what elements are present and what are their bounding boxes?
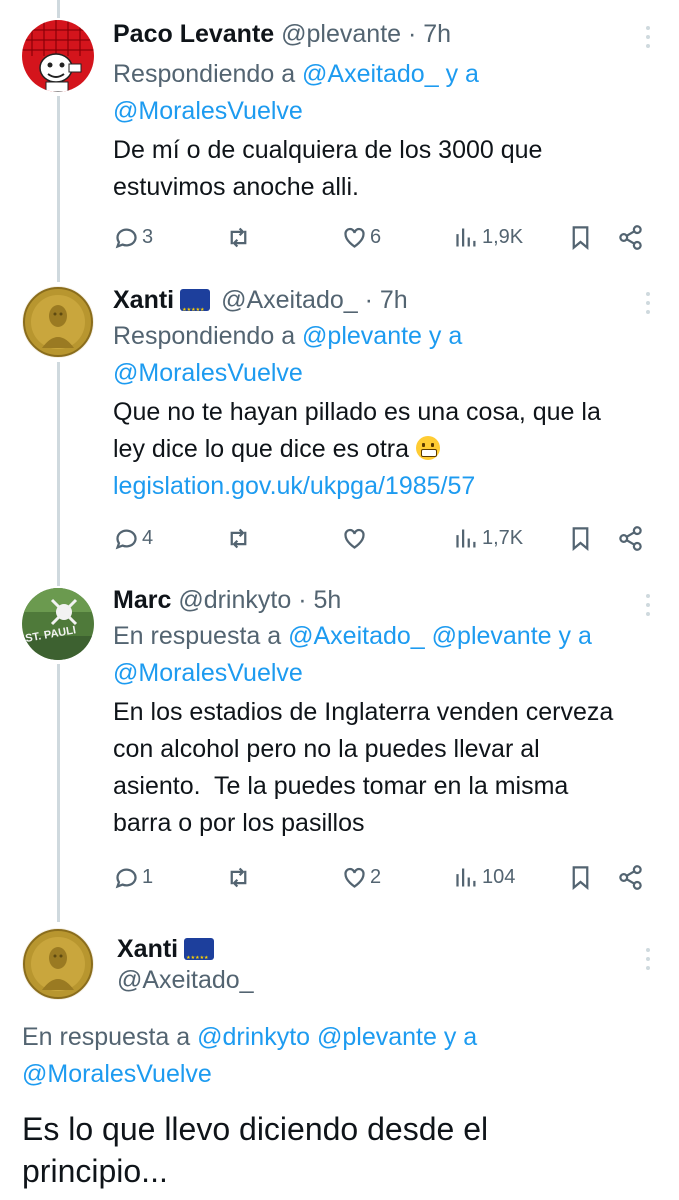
share-button[interactable]: [617, 222, 644, 252]
reply-context: En respuesta a @drinkyto @plevante y a @…: [22, 1023, 478, 1088]
view-count: 1,7K: [482, 526, 524, 549]
author-name[interactable]: Xanti: [117, 935, 178, 963]
reply-count: 4: [142, 526, 154, 549]
author-handle[interactable]: @Axeitado_: [221, 286, 358, 314]
retweet-button[interactable]: [225, 523, 252, 553]
author-handle[interactable]: @plevante: [281, 20, 401, 48]
views-chart-icon: [456, 228, 476, 246]
heart-icon: [344, 867, 365, 888]
grimacing-emoji-icon: [415, 436, 440, 460]
comment-icon: [115, 228, 137, 248]
mention-link[interactable]: @MoralesVuelve: [113, 359, 303, 387]
bookmark-button[interactable]: [567, 862, 594, 892]
views-chart-icon: [456, 868, 476, 886]
author-name-row: Xanti: [117, 934, 649, 973]
tweet-text: Que no te hayan pillado es una cosa, que…: [113, 398, 601, 500]
comment-icon: [115, 868, 137, 888]
mention-link[interactable]: @drinkyto: [197, 1023, 310, 1051]
view-count: 1,9K: [482, 225, 524, 248]
reply-button[interactable]: 4: [113, 523, 153, 553]
author-handle[interactable]: @drinkyto: [178, 586, 291, 614]
tweet-time[interactable]: 5h: [313, 586, 341, 614]
tweet-header: Xanti @Axeitado_ · 7h: [113, 284, 649, 326]
mention-link[interactable]: @Axeitado_: [302, 60, 439, 88]
tweet[interactable]: ST. PAULI Marc @drinkyto · 5h En respues…: [0, 582, 679, 922]
mention-link[interactable]: @plevante: [432, 622, 552, 650]
like-count: 2: [370, 865, 382, 888]
reply-context: En respuesta a @Axeitado_ @plevante y a …: [113, 622, 592, 687]
bookmark-button[interactable]: [567, 523, 594, 553]
external-link[interactable]: legislation.gov.uk/ukpga/1985/57: [113, 472, 475, 500]
tweet[interactable]: Xanti @Axeitado_ · 7h Respondiendo a @pl…: [0, 282, 679, 582]
mention-link[interactable]: @MoralesVuelve: [113, 97, 303, 125]
author-name[interactable]: Marc: [113, 586, 171, 614]
bookmark-icon: [572, 865, 589, 890]
share-icon: [619, 224, 642, 250]
tweet-text: En los estadios de Inglaterra venden cer…: [113, 698, 614, 837]
comment-icon: [115, 529, 137, 549]
retweet-icon: [230, 867, 247, 887]
bookmark-icon: [572, 526, 589, 551]
avatar-image: [22, 928, 94, 1000]
mention-link[interactable]: @plevante: [302, 322, 422, 350]
reply-context: Respondiendo a @Axeitado_ y a @MoralesVu…: [113, 60, 479, 125]
share-icon: [619, 525, 642, 551]
eu-flag-icon: [180, 289, 211, 326]
avatar-image: [22, 286, 94, 358]
like-button[interactable]: [341, 523, 368, 553]
reply-count: 1: [142, 865, 154, 888]
heart-icon: [344, 528, 365, 549]
reply-button[interactable]: 3: [113, 222, 153, 252]
tweet-text: Es lo que llevo diciendo desde el princi…: [22, 1111, 489, 1189]
focused-tweet: Xanti @Axeitado_ En respuesta a @drinkyt…: [0, 922, 679, 1200]
views-chart-icon: [456, 529, 476, 547]
mention-link[interactable]: @MoralesVuelve: [113, 659, 303, 687]
avatar-image: [22, 20, 94, 92]
tweet-actions: 3 6 1,9K: [113, 222, 653, 252]
eu-flag-icon: [184, 938, 215, 973]
avatar[interactable]: ST. PAULI: [22, 588, 94, 660]
tweet-actions: 1 2 104: [113, 862, 653, 892]
author-name[interactable]: Paco Levante: [113, 20, 274, 48]
retweet-button[interactable]: [225, 222, 252, 252]
like-button[interactable]: 6: [341, 222, 381, 252]
share-button[interactable]: [617, 862, 644, 892]
avatar-image: ST. PAULI: [22, 588, 94, 660]
avatar[interactable]: [22, 20, 94, 92]
avatar[interactable]: [22, 286, 94, 358]
like-button[interactable]: 2: [341, 862, 381, 892]
reply-context: Respondiendo a @plevante y a @MoralesVue…: [113, 322, 463, 387]
mention-link[interactable]: @plevante: [317, 1023, 437, 1051]
share-icon: [619, 864, 642, 890]
tweet-header: Paco Levante @plevante · 7h: [113, 20, 452, 48]
bookmark-icon: [572, 225, 589, 250]
tweet-text: De mí o de cualquiera de los 3000 que es…: [113, 136, 543, 201]
views-button[interactable]: 104: [453, 862, 515, 892]
share-button[interactable]: [617, 523, 644, 553]
tweet-actions: 4 1,7K: [113, 523, 653, 553]
retweet-button[interactable]: [225, 862, 252, 892]
mention-link[interactable]: @MoralesVuelve: [22, 1060, 212, 1088]
bookmark-button[interactable]: [567, 222, 594, 252]
views-button[interactable]: 1,7K: [453, 523, 523, 553]
tweet[interactable]: Paco Levante @plevante · 7h Respondiendo…: [0, 0, 679, 282]
reply-button[interactable]: 1: [113, 862, 153, 892]
like-count: 6: [370, 225, 382, 248]
avatar[interactable]: [22, 928, 94, 1000]
heart-icon: [344, 227, 365, 248]
retweet-icon: [230, 528, 247, 548]
tweet-header: Marc @drinkyto · 5h: [113, 586, 342, 614]
views-button[interactable]: 1,9K: [453, 222, 523, 252]
tweet-time[interactable]: 7h: [423, 20, 451, 48]
author-name[interactable]: Xanti: [113, 286, 174, 314]
mention-link[interactable]: @Axeitado_: [288, 622, 425, 650]
reply-count: 3: [142, 225, 154, 248]
retweet-icon: [230, 227, 247, 247]
view-count: 104: [482, 865, 516, 888]
tweet-time[interactable]: 7h: [380, 286, 408, 314]
